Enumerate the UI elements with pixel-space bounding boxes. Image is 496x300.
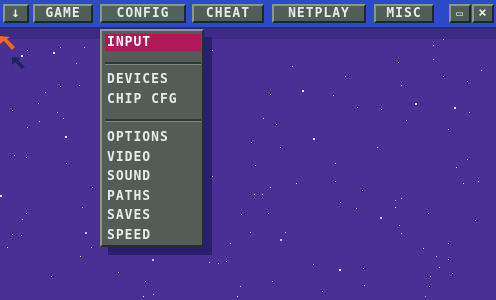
menu-bar-shadow — [0, 29, 496, 39]
menu-separator — [105, 62, 201, 65]
menu-netplay[interactable]: NETPLAY — [272, 4, 366, 23]
config-item-paths[interactable]: PATHS — [105, 188, 201, 205]
config-menu-shadow-right — [204, 37, 212, 255]
menu-game[interactable]: GAME — [33, 4, 93, 23]
config-menu-shadow-bottom — [108, 247, 212, 255]
config-item-options[interactable]: OPTIONS — [105, 129, 201, 146]
config-dropdown-menu: INPUT DEVICES CHIP CFG OPTIONS VIDEO SOU… — [100, 29, 204, 247]
menu-toggle-arrow-icon[interactable]: ↓ — [3, 4, 29, 23]
config-item-video[interactable]: VIDEO — [105, 149, 201, 166]
config-item-devices[interactable]: DEVICES — [105, 71, 201, 88]
menu-cheat[interactable]: CHEAT — [192, 4, 264, 23]
config-item-input[interactable]: INPUT — [105, 34, 201, 51]
orange-pointer-icon — [0, 36, 15, 50]
menu-bar: ↓ GAME CONFIG CHEAT NETPLAY MISC ▭ × — [0, 0, 496, 29]
config-item-sound[interactable]: SOUND — [105, 168, 201, 185]
dark-pointer-icon — [12, 57, 25, 69]
menu-config[interactable]: CONFIG — [100, 4, 186, 23]
starfield-background — [0, 30, 482, 297]
close-window-icon[interactable]: × — [472, 4, 494, 23]
menu-separator — [105, 119, 201, 122]
menu-misc[interactable]: MISC — [374, 4, 434, 23]
config-item-saves[interactable]: SAVES — [105, 207, 201, 224]
config-item-speed[interactable]: SPEED — [105, 227, 201, 244]
config-item-chip-cfg[interactable]: CHIP CFG — [105, 91, 201, 108]
restore-window-icon[interactable]: ▭ — [449, 4, 471, 23]
